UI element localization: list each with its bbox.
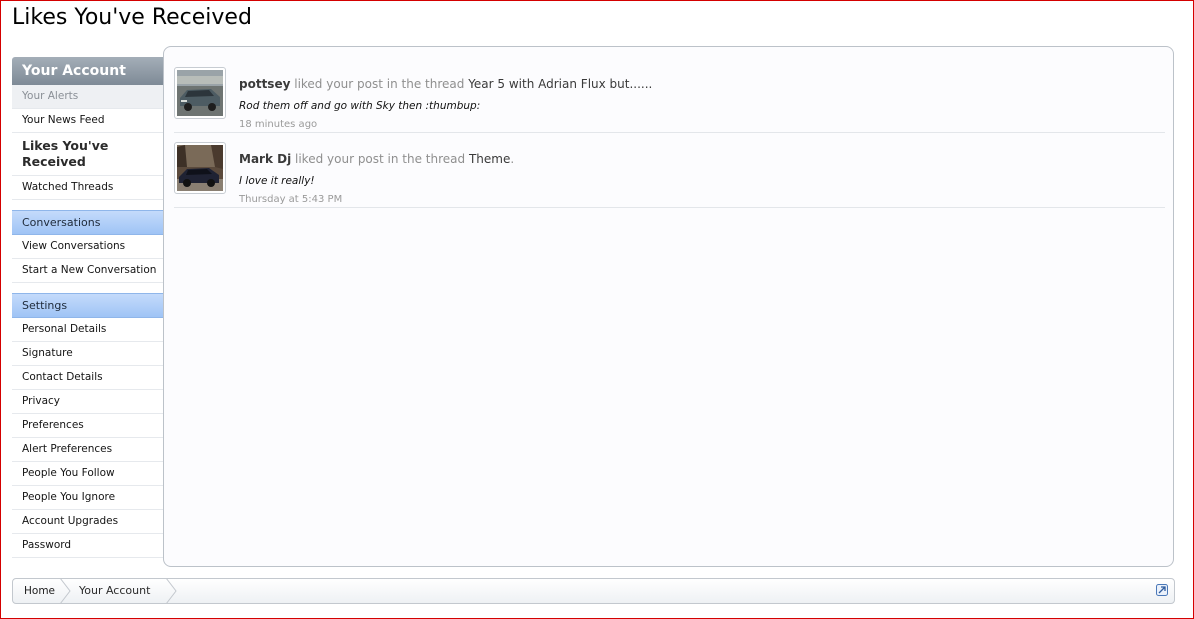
like-username[interactable]: pottsey — [239, 77, 290, 91]
breadcrumb: Home Your Account — [12, 578, 1175, 604]
sidebar-item-likes-received[interactable]: Likes You've Received — [12, 133, 163, 176]
car-photo-icon — [177, 70, 223, 116]
like-item: pottsey liked your post in the thread Ye… — [174, 57, 1165, 133]
like-quote: Rod them off and go with Sky then :thumb… — [239, 100, 481, 112]
breadcrumb-home-link[interactable]: Home — [24, 579, 55, 603]
sidebar-item-preferences[interactable]: Preferences — [12, 414, 163, 438]
jump-to-top-icon[interactable] — [1156, 584, 1168, 596]
sidebar-item-view-conversations[interactable]: View Conversations — [12, 235, 163, 259]
breadcrumb-your-account-link[interactable]: Your Account — [79, 579, 150, 603]
avatar[interactable] — [174, 142, 226, 194]
sidebar-item-account-upgrades[interactable]: Account Upgrades — [12, 510, 163, 534]
sidebar-item-personal-details[interactable]: Personal Details — [12, 318, 163, 342]
sidebar-item-password[interactable]: Password — [12, 534, 163, 558]
sidebar-item-signature[interactable]: Signature — [12, 342, 163, 366]
like-timestamp: 18 minutes ago — [239, 119, 318, 130]
like-thread-link[interactable]: Year 5 with Adrian Flux but...... — [468, 77, 652, 91]
sidebar-heading-your-account[interactable]: Your Account — [12, 57, 163, 85]
like-thread-link[interactable]: Theme — [469, 152, 510, 166]
like-action-text: liked your post in the thread — [290, 77, 469, 91]
like-description: Mark Dj liked your post in the thread Th… — [239, 152, 514, 166]
sidebar-item-people-you-ignore[interactable]: People You Ignore — [12, 486, 163, 510]
like-quote: I love it really! — [239, 175, 315, 187]
sidebar-item-news-feed[interactable]: Your News Feed — [12, 109, 163, 133]
like-username[interactable]: Mark Dj — [239, 152, 291, 166]
sidebar-section-settings[interactable]: Settings — [12, 293, 163, 318]
sidebar-item-people-you-follow[interactable]: People You Follow — [12, 462, 163, 486]
like-suffix: . — [510, 152, 515, 166]
sidebar-item-your-alerts[interactable]: Your Alerts — [12, 85, 163, 109]
avatar[interactable] — [174, 67, 226, 119]
sidebar-item-start-conversation[interactable]: Start a New Conversation — [12, 259, 163, 283]
sidebar-section-conversations[interactable]: Conversations — [12, 210, 163, 235]
breadcrumb-separator-icon — [165, 578, 177, 604]
sidebar-item-privacy[interactable]: Privacy — [12, 390, 163, 414]
breadcrumb-separator-icon — [59, 578, 71, 604]
sidebar-item-contact-details[interactable]: Contact Details — [12, 366, 163, 390]
like-description: pottsey liked your post in the thread Ye… — [239, 77, 652, 91]
like-item: Mark Dj liked your post in the thread Th… — [174, 132, 1165, 208]
car-photo-icon — [177, 145, 223, 191]
page-title: Likes You've Received — [12, 5, 252, 30]
sidebar-item-watched-threads[interactable]: Watched Threads — [12, 176, 163, 200]
like-action-text: liked your post in the thread — [291, 152, 469, 166]
sidebar-item-alert-preferences[interactable]: Alert Preferences — [12, 438, 163, 462]
like-timestamp: Thursday at 5:43 PM — [239, 194, 343, 205]
likes-panel: pottsey liked your post in the thread Ye… — [163, 46, 1174, 567]
account-sidebar: Your Account Your Alerts Your News Feed … — [12, 57, 163, 558]
